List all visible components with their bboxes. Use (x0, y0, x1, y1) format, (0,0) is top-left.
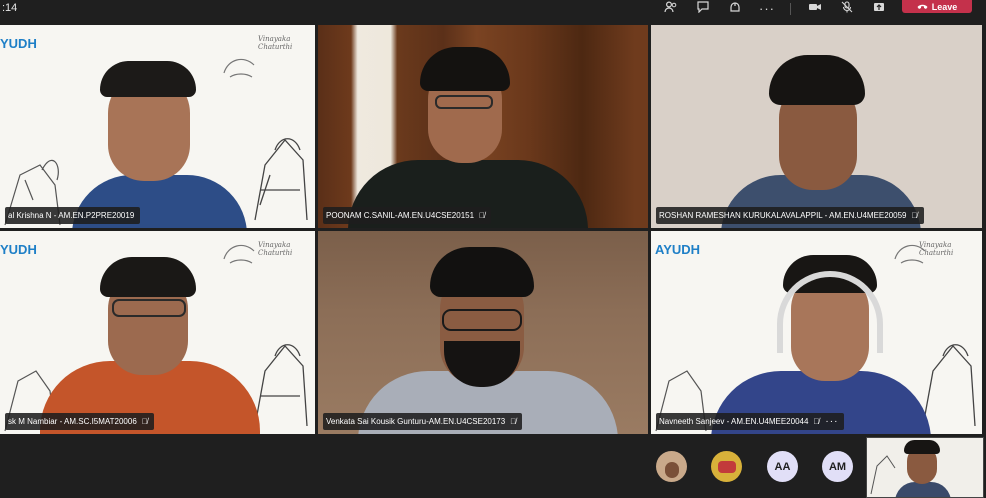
participant-hair (100, 61, 196, 97)
participant-hair (769, 55, 865, 105)
leave-button[interactable]: Leave (902, 0, 972, 13)
participant-avatar-initials[interactable]: AM (822, 451, 853, 482)
banner-signature: Vinayaka Chaturthi (258, 35, 293, 51)
ganesha-sketch-icon (223, 58, 255, 78)
participant-name-tag: sk M Nambiar - AM.SC.I5MAT20006 🎙̸ (5, 413, 154, 430)
participant-name: Venkata Sai Kousik Gunturu-AM.EN.U4CSE20… (326, 417, 506, 426)
more-options-icon[interactable]: ··· (758, 1, 776, 17)
toolbar-divider (790, 3, 791, 15)
event-logo: YUDH (0, 242, 37, 257)
mic-off-icon: 🎙̸ (479, 211, 486, 220)
share-screen-icon[interactable] (870, 1, 888, 17)
camera-icon[interactable] (806, 1, 824, 17)
meeting-controls-bar: :14 ··· Leave (0, 0, 986, 22)
participant-name-tag: ROSHAN RAMESHAN KURUKALAVALAPPIL - AM.EN… (656, 207, 924, 224)
people-icon[interactable] (662, 1, 680, 17)
participant-name: ROSHAN RAMESHAN KURUKALAVALAPPIL - AM.EN… (659, 211, 907, 220)
tile-more-options-icon[interactable]: ··· (825, 416, 838, 427)
participant-name: POONAM C.SANIL-AM.EN.U4CSE20151 (326, 211, 475, 220)
call-timer: :14 (2, 2, 18, 14)
mic-icon[interactable] (838, 1, 856, 17)
participant-video-tile[interactable]: YUDH Vinayaka Chaturthi sk M Nambiar - A… (0, 231, 315, 434)
mic-off-icon: 🎙̸ (510, 417, 517, 426)
banner-signature: Vinayaka Chaturthi (258, 241, 293, 257)
leave-button-label: Leave (931, 1, 958, 12)
ganesha-sketch-icon (223, 244, 255, 264)
participant-hair (420, 47, 510, 91)
participant-hair (100, 257, 196, 297)
participant-name: al Krishna N - AM.EN.P2PRE20019 (8, 211, 135, 220)
participant-name: Navneeth Sanjeev - AM.EN.U4MEE20044 (659, 417, 809, 426)
participant-video-tile[interactable]: YUDH Vinayaka Chaturthi al Krishna N - A… (0, 25, 315, 228)
self-view-video[interactable] (866, 437, 984, 498)
participant-video-tile[interactable]: Venkata Sai Kousik Gunturu-AM.EN.U4CSE20… (318, 231, 648, 434)
participant-video-tile[interactable]: POONAM C.SANIL-AM.EN.U4CSE20151 🎙̸ (318, 25, 648, 228)
participant-body (895, 482, 951, 497)
eyeglasses (442, 309, 522, 331)
participant-avatar-cartoon[interactable] (711, 451, 742, 482)
phone-hangup-icon (917, 4, 928, 9)
participant-name-tag: al Krishna N - AM.EN.P2PRE20019 (5, 207, 141, 224)
avatar-initials: AA (774, 460, 791, 473)
participant-name-tag: Navneeth Sanjeev - AM.EN.U4MEE20044 🎙̸ ·… (656, 413, 845, 430)
mic-off-icon: 🎙̸ (813, 417, 820, 426)
chat-icon[interactable] (694, 1, 712, 17)
eyeglasses (112, 299, 186, 317)
event-logo: AYUDH (655, 242, 701, 257)
participant-hair (904, 440, 940, 454)
participant-name: sk M Nambiar - AM.SC.I5MAT20006 (8, 417, 137, 426)
hanuman-sketch-icon (254, 138, 308, 221)
participant-hair (430, 247, 534, 297)
mic-off-icon: 🎙̸ (141, 417, 148, 426)
participant-video-tile[interactable]: AYUDH Vinayaka Chaturthi Navneeth Sanjee… (651, 231, 982, 434)
event-logo: YUDH (0, 36, 37, 51)
participant-name-tag: Venkata Sai Kousik Gunturu-AM.EN.U4CSE20… (323, 413, 523, 430)
reactions-icon[interactable] (726, 1, 744, 17)
avatar-initials: AM (828, 460, 847, 473)
ganesha-sketch-icon (894, 244, 926, 264)
participant-name-tag: POONAM C.SANIL-AM.EN.U4CSE20151 🎙̸ (323, 207, 492, 224)
participant-avatar-photo[interactable] (656, 451, 687, 482)
participant-avatar-initials[interactable]: AA (767, 451, 798, 482)
participant-video-tile[interactable]: ROSHAN RAMESHAN KURUKALAVALAPPIL - AM.EN… (651, 25, 982, 228)
hanuman-sketch-icon (870, 455, 896, 495)
mic-off-icon: 🎙̸ (911, 211, 918, 220)
eyeglasses (435, 95, 493, 109)
